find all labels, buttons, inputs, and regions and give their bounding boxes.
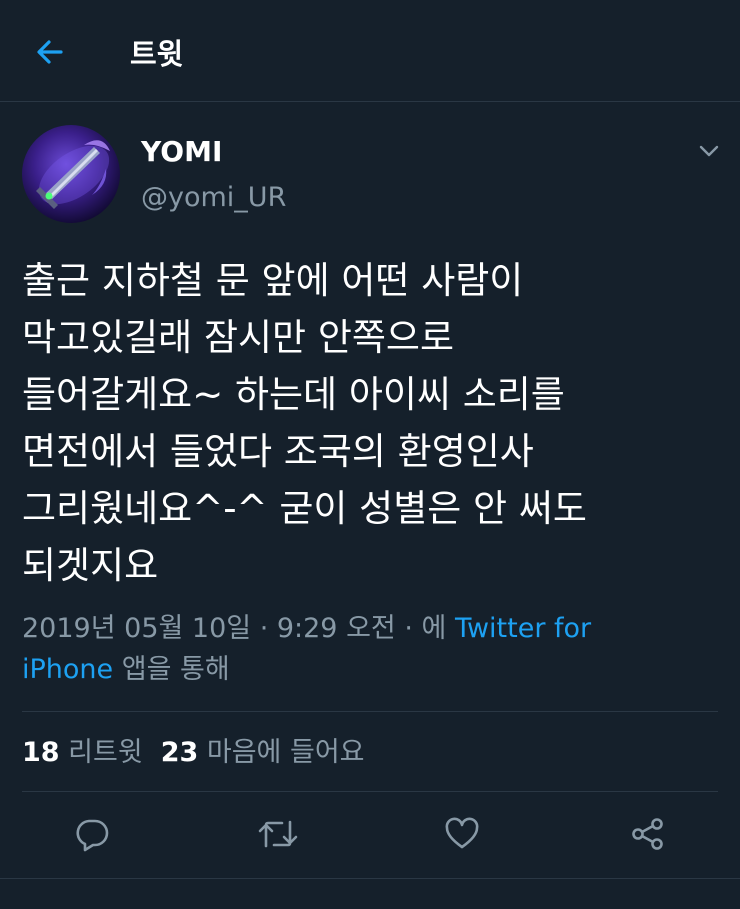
- tweet-detail-screen: 트윗 YOMI @yomi_UR 출근 지하철 문 앞에 어떤 사람이 막고있길…: [0, 0, 740, 909]
- retweets-stat[interactable]: 18 리트윗: [22, 737, 143, 768]
- tweet-text-line: 면전에서 들었다 조국의 환영인사: [22, 430, 534, 473]
- arrow-left-icon: [34, 36, 66, 72]
- divider: [22, 791, 718, 792]
- reply-icon: [74, 816, 110, 856]
- page-title: 트윗: [130, 37, 184, 71]
- retweets-label: 리트윗: [68, 737, 143, 768]
- source-link[interactable]: Twitter for: [455, 613, 591, 644]
- retweet-button[interactable]: [256, 814, 300, 858]
- divider: [0, 878, 740, 879]
- reply-button[interactable]: [70, 814, 114, 858]
- like-icon: [444, 816, 480, 856]
- source-suffix: 앱을 통해: [113, 654, 230, 685]
- tweet-text-line: 출근 지하철 문 앞에 어떤 사람이: [22, 259, 524, 302]
- chevron-down-icon: [698, 140, 720, 166]
- divider: [22, 711, 718, 712]
- avatar[interactable]: [22, 125, 120, 223]
- back-button[interactable]: [30, 34, 70, 74]
- top-bar: 트윗: [0, 0, 740, 102]
- tweet-text: 출근 지하철 문 앞에 어떤 사람이 막고있길래 잠시만 안쪽으로 들어갈게요~…: [22, 252, 722, 594]
- display-name[interactable]: YOMI: [141, 134, 222, 170]
- tweet-text-line: 되겟지요: [22, 544, 159, 587]
- username[interactable]: @yomi_UR: [141, 180, 286, 216]
- tweet-timestamp: 2019년 05월 10일 · 9:29 오전 · 에: [22, 613, 455, 644]
- retweet-icon: [258, 816, 298, 856]
- retweets-count: 18: [22, 737, 60, 768]
- tweet-metadata: 2019년 05월 10일 · 9:29 오전 · 에 Twitter for …: [22, 608, 722, 690]
- tweet-options-button[interactable]: [694, 138, 724, 168]
- source-link-continued[interactable]: iPhone: [22, 654, 113, 685]
- likes-label: 마음에 들어요: [206, 737, 365, 768]
- tweet-text-line: 들어갈게요~ 하는데 아이씨 소리를: [22, 373, 565, 416]
- share-button[interactable]: [626, 814, 670, 858]
- likes-stat[interactable]: 23 마음에 들어요: [161, 737, 365, 768]
- share-icon: [630, 816, 666, 856]
- tweet-stats: 18 리트윗 23 마음에 들어요: [22, 733, 383, 773]
- like-button[interactable]: [440, 814, 484, 858]
- tweet-text-line: 막고있길래 잠시만 안쪽으로: [22, 316, 455, 359]
- likes-count: 23: [160, 737, 199, 768]
- tweet-text-line: 그리웠네요^-^ 굳이 성별은 안 써도: [22, 487, 587, 530]
